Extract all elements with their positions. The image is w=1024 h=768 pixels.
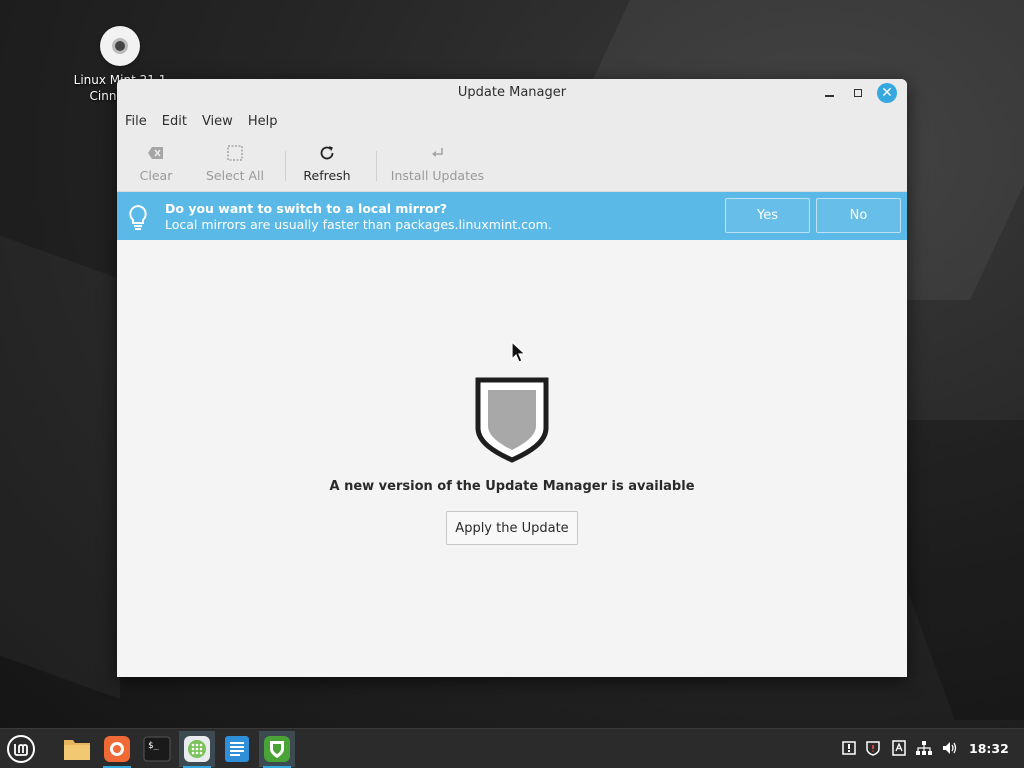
wallpaper-facet bbox=[0, 220, 120, 700]
disc-icon bbox=[100, 26, 140, 66]
install-updates-label: Install Updates bbox=[390, 168, 485, 183]
toolbar: Clear Select All Refresh Install Updates bbox=[117, 135, 907, 192]
lightbulb-icon bbox=[127, 204, 149, 234]
clear-label: Clear bbox=[139, 168, 173, 183]
keyboard-layout-icon[interactable] bbox=[890, 739, 908, 757]
install-updates-button[interactable]: Install Updates bbox=[390, 143, 485, 183]
main-content: A new version of the Update Manager is a… bbox=[117, 240, 907, 677]
update-shield-tray-icon[interactable] bbox=[864, 739, 882, 757]
return-arrow-icon bbox=[390, 143, 485, 163]
menu-help[interactable]: Help bbox=[248, 114, 278, 129]
toolbar-separator bbox=[376, 151, 377, 181]
refresh-label: Refresh bbox=[303, 168, 351, 183]
taskbar-update-manager[interactable] bbox=[259, 731, 295, 768]
taskbar-software-manager[interactable] bbox=[179, 731, 215, 768]
menu-bar: File Edit View Help bbox=[117, 107, 907, 135]
yes-button[interactable]: Yes bbox=[725, 198, 810, 233]
text-editor-icon bbox=[225, 736, 249, 762]
maximize-icon bbox=[854, 89, 862, 97]
window-title: Update Manager bbox=[457, 85, 567, 100]
clock[interactable]: 18:32 bbox=[969, 741, 1009, 756]
select-all-label: Select All bbox=[205, 168, 265, 183]
network-icon[interactable] bbox=[915, 739, 933, 757]
mint-logo-icon bbox=[7, 735, 35, 763]
no-button[interactable]: No bbox=[816, 198, 901, 233]
taskbar-terminal[interactable]: $_ bbox=[139, 731, 175, 767]
clear-icon bbox=[131, 143, 181, 163]
title-bar[interactable]: Update Manager ✕ bbox=[117, 79, 907, 107]
close-button[interactable]: ✕ bbox=[877, 83, 897, 103]
taskbar-files[interactable] bbox=[59, 731, 95, 767]
folder-icon bbox=[64, 740, 90, 760]
svg-text:$_: $_ bbox=[148, 741, 159, 751]
mint-menu-button[interactable] bbox=[3, 731, 39, 767]
menu-view[interactable]: View bbox=[202, 114, 233, 129]
taskbar-firefox[interactable] bbox=[99, 731, 135, 768]
terminal-icon: $_ bbox=[143, 736, 171, 762]
clear-button[interactable]: Clear bbox=[131, 143, 181, 183]
refresh-button[interactable]: Refresh bbox=[302, 143, 352, 183]
shield-icon bbox=[474, 376, 550, 468]
update-available-message: A new version of the Update Manager is a… bbox=[329, 479, 695, 494]
menu-file[interactable]: File bbox=[125, 114, 147, 129]
toolbar-separator bbox=[285, 151, 286, 181]
maximize-button[interactable] bbox=[848, 83, 868, 103]
update-manager-window: Update Manager ✕ File Edit View Help Cle… bbox=[117, 79, 907, 677]
software-manager-icon bbox=[184, 736, 210, 762]
infobar-subtitle: Local mirrors are usually faster than pa… bbox=[165, 217, 552, 232]
close-icon: ✕ bbox=[881, 85, 893, 101]
mouse-pointer-icon bbox=[511, 340, 527, 367]
select-all-button[interactable]: Select All bbox=[205, 143, 265, 183]
minimize-icon bbox=[824, 95, 834, 97]
select-all-icon bbox=[205, 143, 265, 163]
refresh-icon bbox=[302, 143, 352, 163]
mirror-infobar: Do you want to switch to a local mirror?… bbox=[117, 192, 907, 240]
taskbar-text-editor[interactable] bbox=[219, 731, 255, 767]
taskbar: $_ 18:32 bbox=[0, 728, 1024, 768]
volume-icon[interactable] bbox=[941, 739, 959, 757]
minimize-button[interactable] bbox=[819, 83, 839, 103]
firefox-icon bbox=[104, 736, 130, 762]
infobar-title: Do you want to switch to a local mirror? bbox=[165, 201, 448, 216]
apply-update-button[interactable]: Apply the Update bbox=[446, 511, 578, 545]
update-manager-icon bbox=[264, 736, 290, 762]
notifications-icon[interactable] bbox=[840, 739, 858, 757]
menu-edit[interactable]: Edit bbox=[162, 114, 187, 129]
